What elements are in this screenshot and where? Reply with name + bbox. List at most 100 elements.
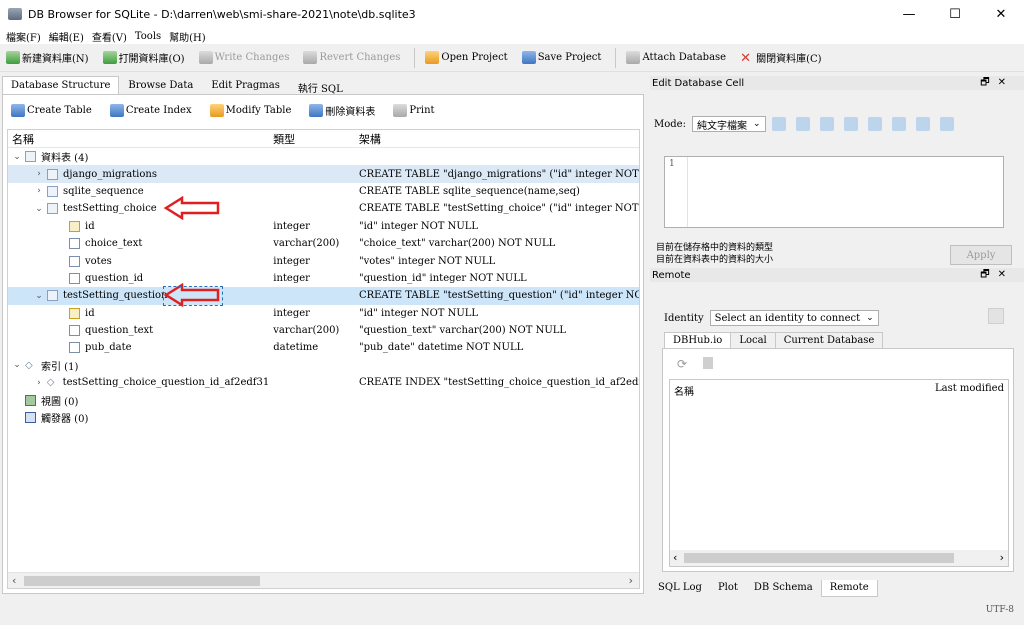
- chevron-down-icon[interactable]: ⌄: [34, 204, 44, 214]
- remote-col-modified[interactable]: Last modified: [935, 383, 1004, 398]
- tab-browse-data[interactable]: Browse Data: [119, 76, 202, 94]
- minimize-button[interactable]: —: [886, 0, 932, 28]
- chevron-down-icon[interactable]: ⌄: [12, 152, 22, 162]
- schema-tree[interactable]: 名稱 類型 架構 ⌄ 資料表 (4) › django_migrations CREAT…: [7, 129, 640, 589]
- print-cell-icon[interactable]: [939, 117, 954, 131]
- refresh-icon[interactable]: ⟳: [677, 357, 687, 371]
- new-database-button[interactable]: 新建資料庫(N): [6, 47, 89, 69]
- open-database-button[interactable]: 打開資料庫(O): [102, 47, 185, 69]
- tab-sql-log[interactable]: SQL Log: [650, 580, 710, 597]
- header-name[interactable]: 名稱: [8, 131, 269, 147]
- tree-item-name: votes: [85, 255, 112, 267]
- write-changes-button[interactable]: Write Changes: [198, 47, 289, 69]
- dock-buttons[interactable]: 🗗✕: [980, 267, 1014, 284]
- apply-button[interactable]: Apply: [950, 245, 1012, 265]
- menu-help[interactable]: 幫助(H): [169, 29, 206, 44]
- new-database-label: 新建資料庫(N): [22, 54, 89, 65]
- chevron-right-icon[interactable]: ›: [34, 378, 44, 388]
- header-type[interactable]: 類型: [269, 131, 355, 147]
- remote-scrollbar[interactable]: ‹ ›: [670, 550, 1008, 566]
- chevron-right-icon[interactable]: ›: [34, 186, 44, 196]
- scrollbar-thumb[interactable]: [24, 576, 260, 586]
- cell-editor[interactable]: 1: [664, 156, 1004, 228]
- tree-row[interactable]: › sqlite_sequence CREATE TABLE sqlite_sequ…: [8, 183, 639, 200]
- export-icon[interactable]: [867, 117, 882, 131]
- tab-dbhub[interactable]: DBHub.io: [664, 332, 732, 348]
- tab-plot[interactable]: Plot: [710, 580, 746, 597]
- tab-local[interactable]: Local: [730, 332, 776, 348]
- tree-row[interactable]: › ◇ testSetting_choice_question_id_af2edf3…: [8, 374, 639, 391]
- save-project-button[interactable]: Save Project: [521, 47, 601, 69]
- chevron-down-icon[interactable]: ⌄: [34, 291, 44, 301]
- tree-row[interactable]: ⌄ testSetting_choice CREATE TABLE "testSet…: [8, 200, 639, 217]
- maximize-button[interactable]: ☐: [932, 0, 978, 28]
- tree-item-type: varchar(200): [273, 238, 340, 250]
- tree-row[interactable]: choice_text varchar(200) "choice_text" var…: [8, 235, 639, 252]
- create-table-button[interactable]: Create Table: [11, 99, 92, 121]
- tree-row[interactable]: question_id integer "question_id" integer …: [8, 270, 639, 287]
- modify-table-button[interactable]: Modify Table: [209, 99, 291, 121]
- tree-row[interactable]: 視圖 (0): [8, 391, 639, 408]
- close-button[interactable]: ✕: [978, 0, 1024, 28]
- scroll-left-icon[interactable]: ‹: [673, 551, 677, 564]
- tree-row[interactable]: ⌄ testSetting_question CREATE TABLE "testS…: [8, 287, 639, 305]
- revert-changes-button[interactable]: Revert Changes: [303, 47, 400, 69]
- tree-row[interactable]: question_text varchar(200) "question_text"…: [8, 322, 639, 339]
- menu-view[interactable]: 查看(V): [92, 29, 127, 44]
- open-project-button[interactable]: Open Project: [425, 47, 508, 69]
- auto-format-icon[interactable]: [771, 117, 786, 131]
- upload-icon[interactable]: [988, 308, 1004, 324]
- attach-database-button[interactable]: Attach Database: [626, 47, 726, 69]
- tree-item-schema: "question_text" varchar(200) NOT NULL: [358, 325, 567, 337]
- tree-row[interactable]: pub_date datetime "pub_date" datetime NOT …: [8, 339, 639, 356]
- tab-current-database[interactable]: Current Database: [774, 332, 884, 348]
- tree-row[interactable]: votes integer "votes" integer NOT NULL: [8, 252, 639, 269]
- delete-table-button[interactable]: 刪除資料表: [309, 99, 375, 121]
- tree-row[interactable]: ⌄ ◇ 索引 (1): [8, 357, 639, 374]
- identity-select[interactable]: Select an identity to connect ⌄: [709, 310, 879, 326]
- horizontal-scrollbar[interactable]: ‹ ›: [8, 572, 639, 588]
- tree-row[interactable]: › django_migrations CREATE TABLE "django_m…: [8, 165, 639, 183]
- print-button[interactable]: Print: [393, 99, 435, 121]
- remote-list-header: 名稱 Last modified: [670, 380, 1008, 401]
- remote-list[interactable]: 名稱 Last modified ‹ ›: [669, 379, 1009, 567]
- scrollbar-thumb[interactable]: [684, 553, 954, 563]
- scroll-right-icon[interactable]: ›: [629, 574, 633, 587]
- encoding-indicator: UTF-8: [985, 605, 1014, 615]
- remote-title: Remote: [652, 269, 691, 281]
- tree-row[interactable]: id integer "id" integer NOT NULL: [8, 305, 639, 322]
- clone-icon[interactable]: [703, 357, 713, 369]
- tab-edit-pragmas[interactable]: Edit Pragmas: [202, 76, 289, 94]
- tab-execute-sql[interactable]: 執行 SQL: [289, 76, 352, 95]
- menu-edit[interactable]: 編輯(E): [49, 29, 84, 44]
- scroll-right-icon[interactable]: ›: [1000, 551, 1004, 564]
- edit-cell-toolbar: [771, 117, 964, 131]
- header-schema[interactable]: 架構: [355, 131, 639, 147]
- tree-row[interactable]: id integer "id" integer NOT NULL: [8, 218, 639, 235]
- tab-database-structure[interactable]: Database Structure: [2, 76, 120, 94]
- tree-row[interactable]: ⌄ 資料表 (4): [8, 148, 639, 165]
- close-database-button[interactable]: ✕ 關閉資料庫(C): [740, 47, 821, 69]
- chevron-down-icon[interactable]: ⌄: [12, 360, 22, 370]
- tree-row[interactable]: 觸發器 (0): [8, 409, 639, 426]
- chevron-right-icon[interactable]: ›: [34, 169, 44, 179]
- tree-item-name: testSetting_choice: [63, 203, 157, 215]
- dock-buttons[interactable]: 🗗✕: [980, 75, 1014, 92]
- remote-col-name[interactable]: 名稱: [674, 383, 694, 398]
- create-index-button[interactable]: Create Index: [109, 99, 192, 121]
- type-info-size: 目前在資料表中的資料的大小: [656, 255, 774, 265]
- scroll-left-icon[interactable]: ‹: [12, 574, 16, 587]
- word-wrap-icon[interactable]: [795, 117, 810, 131]
- clear-icon[interactable]: [915, 117, 930, 131]
- menu-file[interactable]: 檔案(F): [6, 29, 41, 44]
- indent-icon[interactable]: [819, 117, 834, 131]
- import-icon[interactable]: [843, 117, 858, 131]
- tab-db-schema[interactable]: DB Schema: [746, 580, 821, 597]
- mode-select[interactable]: 純文字檔案 ⌄: [691, 116, 766, 132]
- tab-remote[interactable]: Remote: [820, 580, 878, 597]
- menu-tools[interactable]: Tools: [135, 31, 161, 42]
- set-null-icon[interactable]: [891, 117, 906, 131]
- annotation-arrow-choice: [163, 196, 220, 220]
- type-info: 目前在儲存格中的資料的類型 目前在資料表中的資料的大小: [656, 242, 773, 266]
- index-icon: ◇: [46, 377, 55, 389]
